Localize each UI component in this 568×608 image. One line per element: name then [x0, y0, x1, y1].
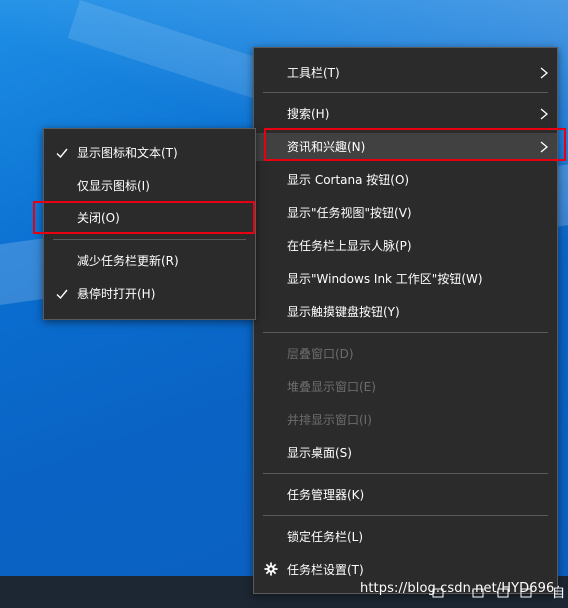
- menu-item-label: 锁定任务栏(L): [287, 530, 364, 544]
- menu-item-show-cortana-button[interactable]: 显示 Cortana 按钮(O): [254, 166, 557, 194]
- submenu-item-reduce-taskbar-updates[interactable]: 减少任务栏更新(R): [44, 247, 255, 275]
- menu-separator: [53, 239, 246, 240]
- chevron-right-icon: [540, 141, 549, 153]
- tray-icon[interactable]: [497, 588, 509, 598]
- menu-item-task-manager[interactable]: 任务管理器(K): [254, 481, 557, 509]
- menu-item-show-desktop[interactable]: 显示桌面(S): [254, 439, 557, 467]
- input-method-indicator[interactable]: 自: [552, 582, 565, 601]
- submenu-item-show-icon-and-text[interactable]: 显示图标和文本(T): [44, 139, 255, 167]
- menu-item-label: 资讯和兴趣(N): [287, 140, 366, 154]
- menu-item-label: 悬停时打开(H): [77, 287, 156, 301]
- chevron-right-icon: [540, 108, 549, 120]
- menu-item-label: 显示"任务视图"按钮(V): [287, 206, 412, 220]
- gear-icon: [264, 562, 278, 576]
- menu-item-label: 关闭(O): [77, 211, 120, 225]
- menu-separator: [263, 515, 548, 516]
- menu-item-label: 减少任务栏更新(R): [77, 254, 179, 268]
- menu-separator: [263, 92, 548, 93]
- menu-separator: [263, 332, 548, 333]
- menu-item-label: 并排显示窗口(I): [287, 413, 372, 427]
- menu-item-label: 显示"Windows Ink 工作区"按钮(W): [287, 272, 483, 286]
- menu-item-label: 层叠窗口(D): [287, 347, 354, 361]
- menu-item-label: 任务管理器(K): [287, 488, 365, 502]
- menu-item-taskbar-settings[interactable]: 任务栏设置(T): [254, 556, 557, 584]
- menu-item-cascade-windows: 层叠窗口(D): [254, 340, 557, 368]
- menu-item-show-task-view-button[interactable]: 显示"任务视图"按钮(V): [254, 199, 557, 227]
- menu-item-news-and-interests[interactable]: 资讯和兴趣(N): [254, 133, 557, 161]
- menu-item-label: 显示触摸键盘按钮(Y): [287, 305, 400, 319]
- chevron-right-icon: [540, 67, 549, 79]
- menu-separator: [263, 473, 548, 474]
- menu-item-label: 任务栏设置(T): [287, 563, 364, 577]
- tray-icon[interactable]: [520, 588, 532, 598]
- menu-item-show-windows-ink-button[interactable]: 显示"Windows Ink 工作区"按钮(W): [254, 265, 557, 293]
- menu-item-search[interactable]: 搜索(H): [254, 100, 557, 128]
- tray-icon[interactable]: [432, 588, 444, 598]
- menu-item-label: 工具栏(T): [287, 66, 340, 80]
- menu-item-label: 搜索(H): [287, 107, 330, 121]
- checkmark-icon: [56, 289, 68, 300]
- menu-item-lock-taskbar[interactable]: 锁定任务栏(L): [254, 523, 557, 551]
- menu-item-side-by-side-windows: 并排显示窗口(I): [254, 406, 557, 434]
- taskbar-context-menu: 工具栏(T) 搜索(H) 资讯和兴趣(N) 显示 Cortana 按钮(O) 显…: [253, 47, 558, 594]
- submenu-item-open-on-hover[interactable]: 悬停时打开(H): [44, 280, 255, 308]
- submenu-item-turn-off[interactable]: 关闭(O): [44, 204, 255, 232]
- menu-item-show-people[interactable]: 在任务栏上显示人脉(P): [254, 232, 557, 260]
- menu-item-label: 堆叠显示窗口(E): [287, 380, 376, 394]
- menu-item-label: 在任务栏上显示人脉(P): [287, 239, 412, 253]
- news-and-interests-submenu: 显示图标和文本(T) 仅显示图标(I) 关闭(O) 减少任务栏更新(R) 悬停时…: [43, 128, 256, 320]
- menu-item-toolbars[interactable]: 工具栏(T): [254, 59, 557, 87]
- menu-item-label: 显示 Cortana 按钮(O): [287, 173, 410, 187]
- menu-item-show-touch-keyboard-button[interactable]: 显示触摸键盘按钮(Y): [254, 298, 557, 326]
- menu-item-label: 仅显示图标(I): [77, 179, 150, 193]
- checkmark-icon: [56, 148, 68, 159]
- menu-item-stack-windows: 堆叠显示窗口(E): [254, 373, 557, 401]
- menu-item-label: 显示图标和文本(T): [77, 146, 178, 160]
- submenu-item-show-icon-only[interactable]: 仅显示图标(I): [44, 172, 255, 200]
- menu-item-label: 显示桌面(S): [287, 446, 352, 460]
- tray-icon[interactable]: [472, 588, 484, 598]
